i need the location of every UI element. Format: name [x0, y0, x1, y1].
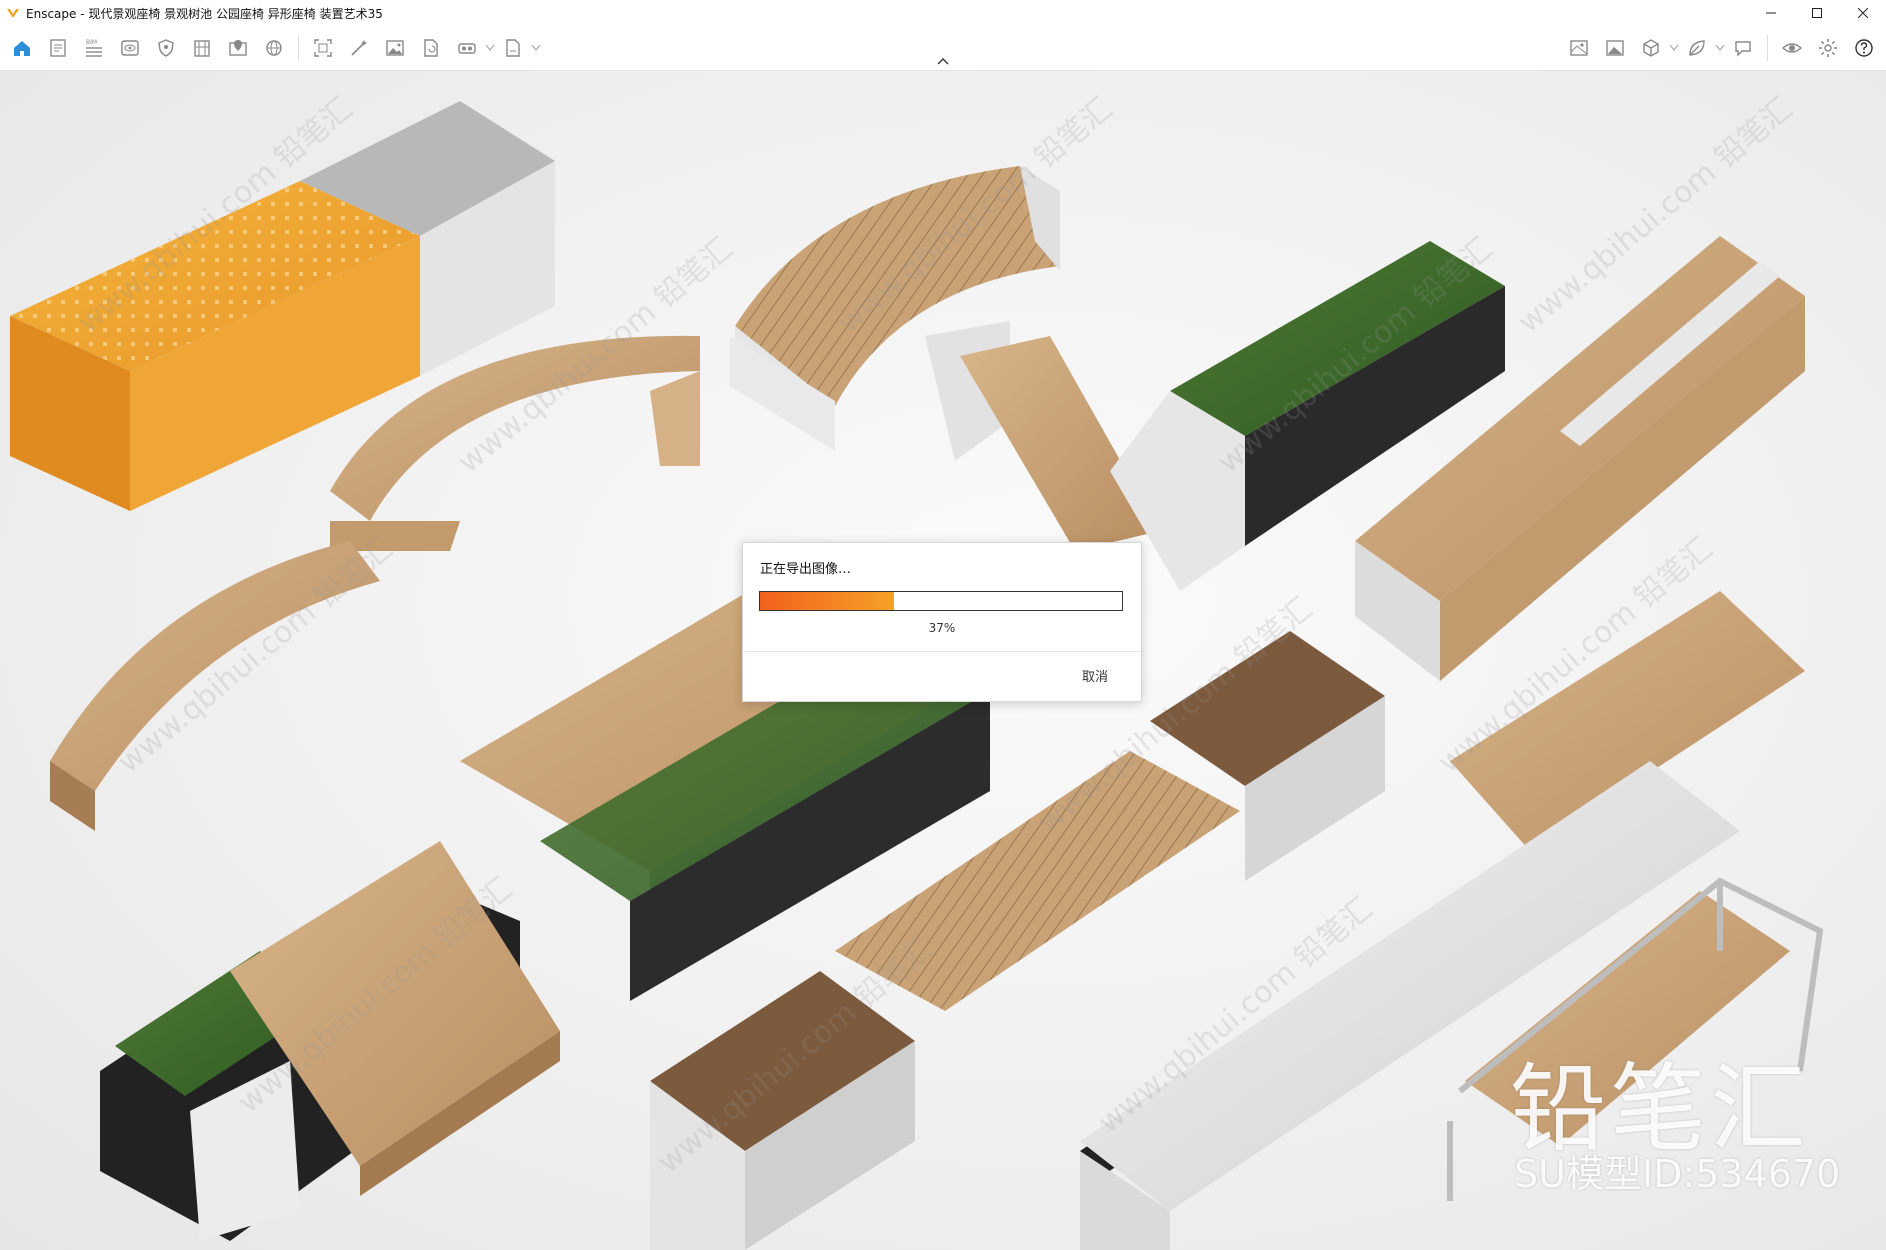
collapse-toolbar-chevron-icon[interactable]	[935, 56, 951, 66]
cancel-button[interactable]: 取消	[1065, 663, 1125, 687]
export-file-icon	[506, 39, 520, 57]
bim-icon: BIM	[86, 39, 102, 57]
file-refresh-icon	[424, 39, 438, 57]
chevron-down-icon	[1670, 45, 1678, 51]
window-title: Enscape - 现代景观座椅 景观树池 公园座椅 异形座椅 装置艺术35	[26, 6, 383, 21]
visibility-button[interactable]	[1774, 30, 1810, 66]
maximize-button[interactable]	[1794, 0, 1840, 26]
visibility-icon	[1781, 43, 1803, 53]
progress-fill	[760, 592, 894, 610]
globe-button[interactable]	[256, 30, 292, 66]
shield-icon	[158, 39, 174, 57]
image-button[interactable]	[377, 30, 413, 66]
chat-icon	[1735, 41, 1751, 57]
chevron-down-icon	[486, 45, 494, 51]
document-icon	[50, 39, 66, 57]
eye-box-button[interactable]	[112, 30, 148, 66]
watermark-model-id: SU模型ID:534670	[1514, 1152, 1841, 1196]
vr-headset-dropdown[interactable]	[485, 30, 495, 66]
bim-label: BIM	[86, 39, 97, 46]
export-progress-dialog: 正在导出图像… 37% 取消	[742, 542, 1142, 702]
toolbar-left-group: BIM	[4, 26, 541, 70]
shield-button[interactable]	[148, 30, 184, 66]
window-controls	[1748, 0, 1886, 26]
frame-button[interactable]	[305, 30, 341, 66]
close-icon	[1858, 8, 1868, 18]
document-button[interactable]	[40, 30, 76, 66]
globe-icon	[266, 40, 282, 56]
title-bar: Enscape - 现代景观座椅 景观树池 公园座椅 异形座椅 装置艺术35	[0, 0, 1886, 26]
frame-icon	[314, 39, 332, 57]
pin-map-icon	[229, 40, 247, 56]
lounge-board-bench	[925, 321, 1160, 551]
building-icon	[194, 40, 210, 57]
gallery-icon	[1606, 40, 1624, 56]
pin-map-button[interactable]	[220, 30, 256, 66]
maximize-icon	[1812, 8, 1822, 18]
magic-wand-icon	[351, 40, 367, 56]
cube-dropdown[interactable]	[1669, 30, 1679, 66]
perforated-metal-bench	[10, 101, 555, 511]
settings-button[interactable]	[1810, 30, 1846, 66]
close-button[interactable]	[1840, 0, 1886, 26]
toolbar-separator	[1767, 35, 1768, 61]
minimize-icon	[1766, 12, 1776, 14]
export-file-dropdown[interactable]	[531, 30, 541, 66]
chat-button[interactable]	[1725, 30, 1761, 66]
gallery-button[interactable]	[1597, 30, 1633, 66]
bim-button[interactable]: BIM	[76, 30, 112, 66]
dialog-divider	[743, 651, 1141, 652]
chevron-down-icon	[1716, 45, 1724, 51]
dialog-title: 正在导出图像…	[760, 562, 852, 577]
map-icon	[1570, 40, 1588, 56]
magic-wand-button[interactable]	[341, 30, 377, 66]
minimize-button[interactable]	[1748, 0, 1794, 26]
leaf-dropdown[interactable]	[1715, 30, 1725, 66]
building-button[interactable]	[184, 30, 220, 66]
image-icon	[386, 40, 404, 56]
cube-icon	[1643, 39, 1659, 57]
export-progress-bar	[759, 591, 1123, 611]
help-button[interactable]	[1846, 30, 1882, 66]
map-button[interactable]	[1561, 30, 1597, 66]
progress-percent-label: 37%	[928, 621, 956, 635]
chevron-down-icon	[532, 45, 540, 51]
cube-button[interactable]	[1633, 30, 1669, 66]
file-refresh-button[interactable]	[413, 30, 449, 66]
eye-box-icon	[121, 40, 139, 56]
settings-icon	[1819, 39, 1837, 57]
leaf-button[interactable]	[1679, 30, 1715, 66]
enscape-logo-icon	[7, 9, 19, 18]
toolbar-right-group	[1561, 26, 1882, 70]
export-file-button[interactable]	[495, 30, 531, 66]
leaf-icon	[1689, 40, 1705, 56]
help-icon	[1855, 39, 1873, 57]
toolbar-separator	[298, 35, 299, 61]
home-button[interactable]	[4, 30, 40, 66]
vr-headset-icon	[458, 43, 476, 54]
home-icon	[14, 41, 30, 56]
vr-headset-button[interactable]	[449, 30, 485, 66]
